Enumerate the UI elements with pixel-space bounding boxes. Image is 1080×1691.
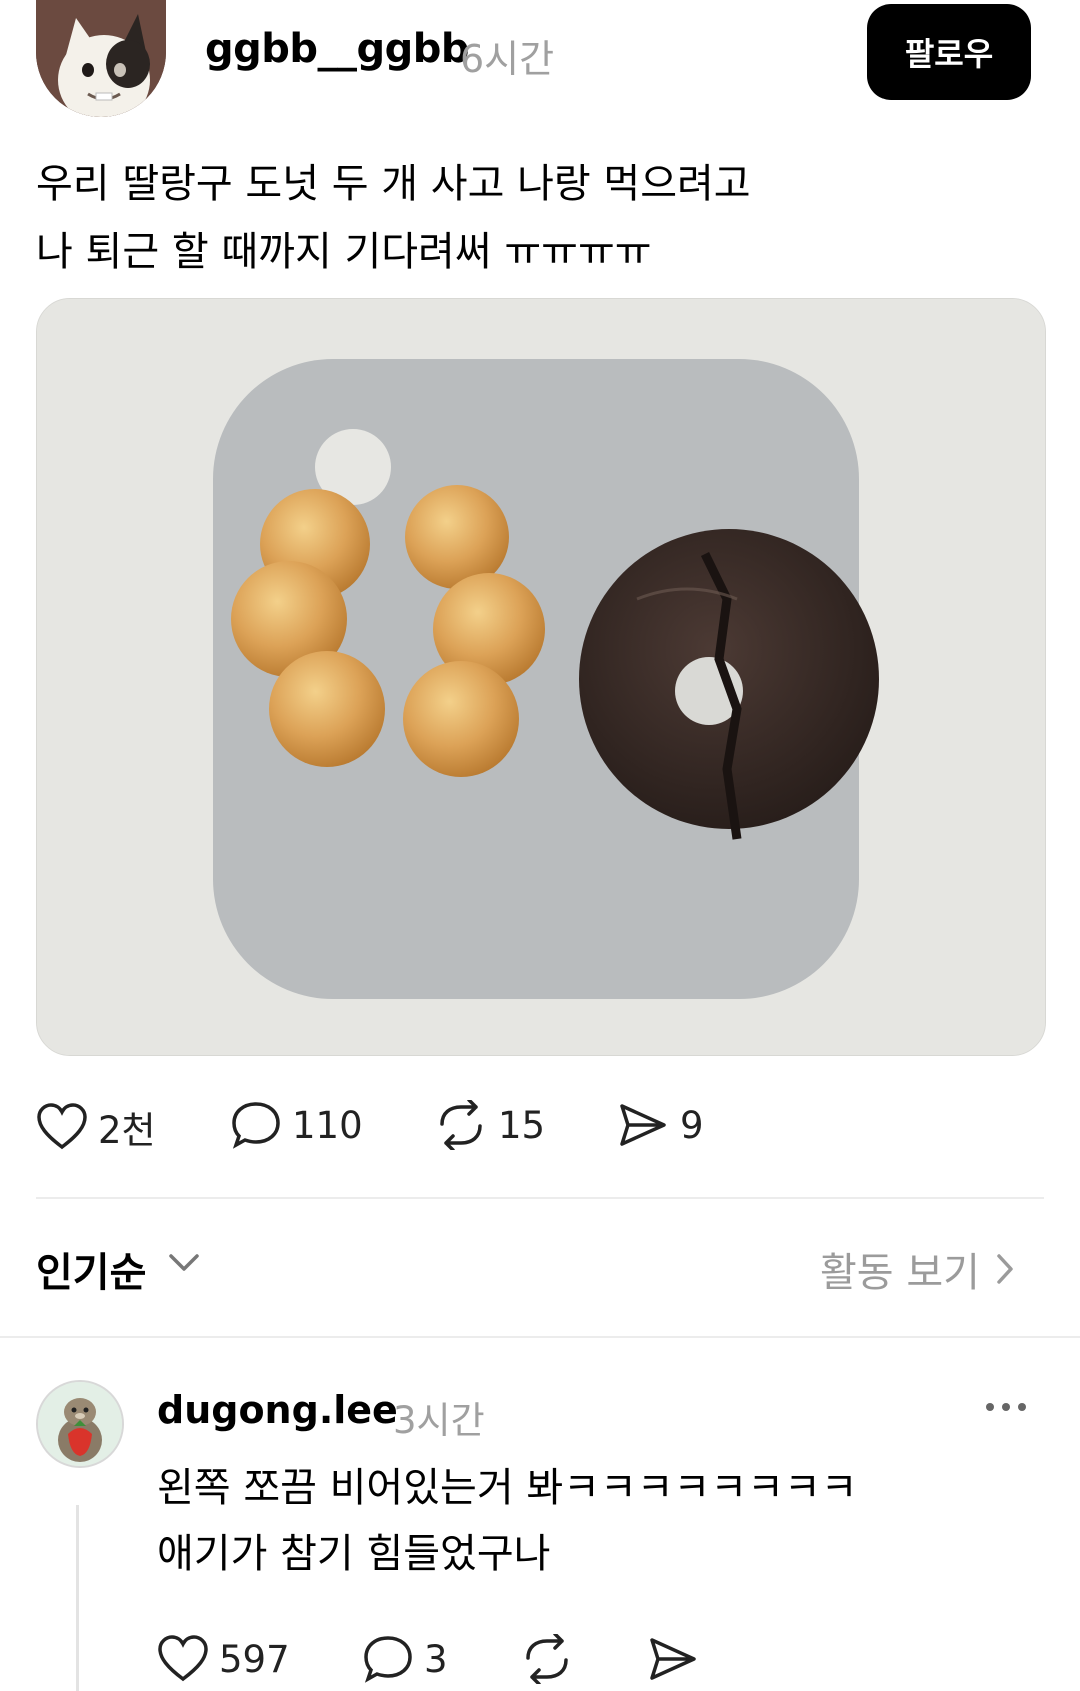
author-avatar[interactable]: [36, 0, 166, 117]
repost-button[interactable]: 15: [434, 1100, 545, 1150]
share-icon: [650, 1638, 696, 1680]
avatar-otter: [38, 1382, 122, 1466]
author-username[interactable]: ggbb__ggbb: [205, 26, 470, 72]
comment-text-line: 왼쪽 쪼끔 비어있는거 봐ㅋㅋㅋㅋㅋㅋㅋㅋ: [157, 1465, 858, 1511]
post-text-line: 나 퇴근 할 때까지 기다려써 ㅠㅠㅠㅠ: [36, 229, 652, 275]
post-image[interactable]: [36, 298, 1046, 1056]
comment-like-count: 597: [219, 1637, 290, 1681]
comment-icon: [364, 1636, 412, 1683]
post-text: 우리 딸랑구 도넛 두 개 사고 나랑 먹으려고 나 퇴근 할 때까지 기다려써…: [36, 150, 751, 286]
comment-share-button[interactable]: [646, 1634, 700, 1684]
view-activity-link[interactable]: 활동 보기: [820, 1240, 1016, 1298]
divider: [36, 1197, 1044, 1199]
commenter-username[interactable]: dugong.lee: [157, 1388, 398, 1432]
post-time: 6시간: [460, 37, 555, 81]
comment-repost-button[interactable]: [520, 1634, 574, 1684]
commenter-avatar[interactable]: [36, 1380, 124, 1468]
follow-button[interactable]: 팔로우: [867, 4, 1031, 100]
heart-icon: [158, 1635, 208, 1682]
repost-icon: [440, 1100, 482, 1150]
like-button[interactable]: 2천: [36, 1100, 156, 1154]
comment-text-line: 애기가 참기 힘들었구나: [157, 1531, 551, 1577]
repost-icon: [526, 1634, 568, 1684]
thread-line: [76, 1505, 79, 1691]
comment-icon: [232, 1102, 280, 1149]
divider: [0, 1336, 1080, 1338]
repost-count: 15: [498, 1103, 546, 1147]
like-count: 2천: [98, 1109, 156, 1152]
share-count: 9: [680, 1103, 704, 1147]
heart-icon: [37, 1103, 87, 1150]
donut-photo: [37, 299, 1045, 1055]
comment-button[interactable]: 110: [230, 1100, 363, 1150]
chevron-right-icon: [997, 1254, 1013, 1284]
comment-reply-button[interactable]: 3: [362, 1634, 448, 1684]
activity-label: 활동 보기: [820, 1250, 980, 1296]
chevron-down-icon[interactable]: [167, 1248, 201, 1282]
comment-reply-count: 3: [424, 1637, 448, 1681]
avatar-cat: [36, 0, 166, 117]
share-icon: [620, 1104, 666, 1146]
more-icon[interactable]: [984, 1398, 1028, 1417]
comment-count: 110: [292, 1103, 363, 1147]
comment-like-button[interactable]: 597: [157, 1634, 290, 1684]
sort-dropdown[interactable]: 인기순: [36, 1240, 146, 1298]
comment-text: 왼쪽 쪼끔 비어있는거 봐ㅋㅋㅋㅋㅋㅋㅋㅋ 애기가 참기 힘들었구나: [157, 1455, 858, 1587]
comment-time: 3시간: [393, 1399, 485, 1442]
post-text-line: 우리 딸랑구 도넛 두 개 사고 나랑 먹으려고: [36, 161, 751, 207]
share-button[interactable]: 9: [616, 1100, 704, 1150]
